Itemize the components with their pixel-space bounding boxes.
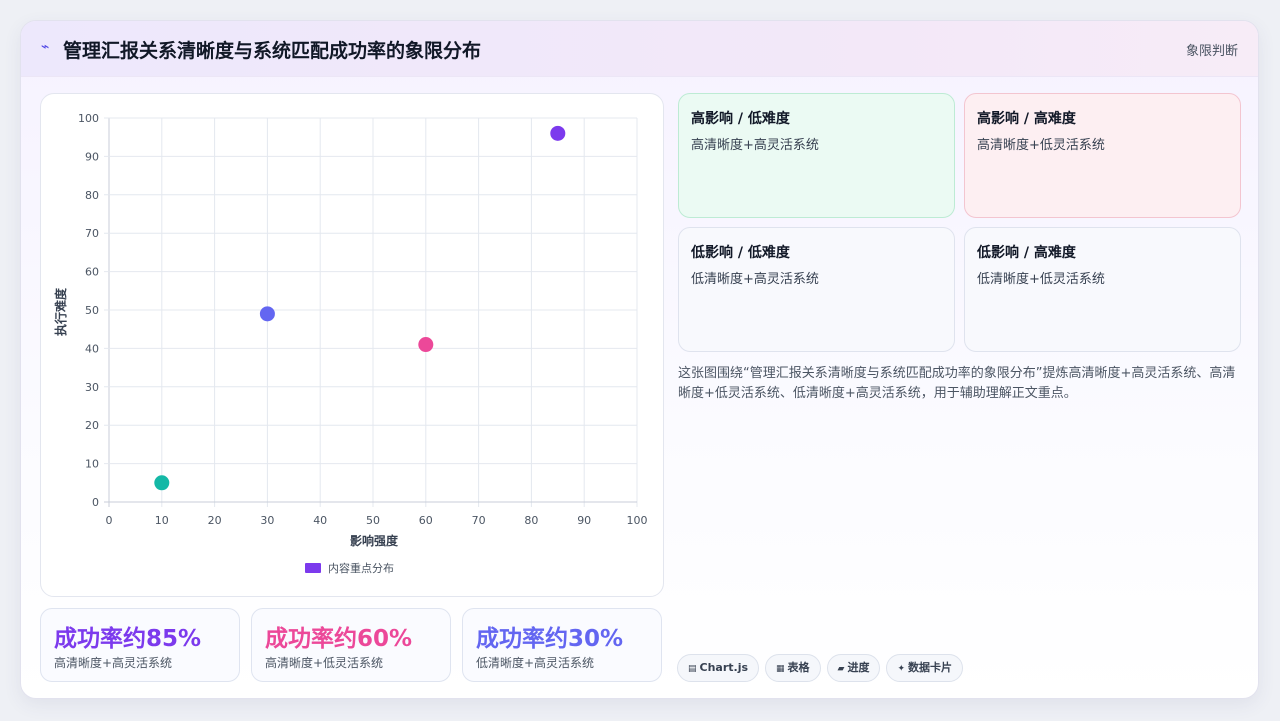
chip-table[interactable]: ▦ 表格 (765, 654, 821, 682)
x-tick-label: 100 (627, 514, 648, 527)
kpi-card-1: 成功率约85% 高清晰度+高灵活系统 (40, 608, 240, 682)
y-tick-label: 30 (85, 381, 99, 394)
scatter-point[interactable] (154, 475, 170, 491)
quadrant-low-impact-high-difficulty: 低影响 / 高难度 低清晰度+低灵活系统 (964, 227, 1241, 352)
scatter-point[interactable] (418, 337, 434, 353)
kpi-label: 高清晰度+低灵活系统 (265, 656, 384, 670)
chart-description: 这张图围绕“管理汇报关系清晰度与系统匹配成功率的象限分布”提炼高清晰度+高灵活系… (678, 366, 1236, 401)
quadrant-desc: 低清晰度+低灵活系统 (977, 272, 1105, 287)
y-tick-label: 100 (78, 112, 99, 125)
x-tick-label: 10 (155, 514, 169, 527)
chart-panel: 0 10 20 30 40 50 60 70 80 90 100 0 10 20 30 40 50 60 70 80… (40, 93, 664, 597)
y-tick-label: 20 (85, 419, 99, 432)
chip-progress[interactable]: ▰ 进度 (826, 654, 881, 682)
scatter-point[interactable] (550, 125, 566, 141)
kpi-value: 成功率约85% (54, 626, 202, 652)
chip-label: 表格 (787, 661, 810, 674)
scatter-chart: 0 10 20 30 40 50 60 70 80 90 100 0 10 20 30 40 50 60 70 80… (53, 112, 648, 575)
x-tick-label: 20 (208, 514, 222, 527)
kpi-value: 成功率约60% (265, 626, 413, 652)
header-tag: 象限判断 (1185, 44, 1238, 59)
chip-label: 进度 (847, 661, 870, 674)
tech-chips: ▤ Chart.js ▦ 表格 ▰ 进度 ✦ 数据卡片 (677, 654, 969, 682)
quadrant-desc: 低清晰度+高灵活系统 (691, 272, 819, 287)
chip-label: Chart.js (699, 661, 749, 674)
y-tick-label: 0 (92, 496, 99, 509)
x-tick-label: 80 (524, 514, 538, 527)
chart-icon: ▤ (688, 664, 697, 674)
legend-swatch (305, 563, 321, 573)
report-card: ⌁ 管理汇报关系清晰度与系统匹配成功率的象限分布 象限判断 0 10 20 30 40 5… (20, 20, 1259, 699)
quadrant-title: 低影响 / 高难度 (977, 245, 1076, 261)
page-title: 管理汇报关系清晰度与系统匹配成功率的象限分布 (63, 40, 482, 62)
scatter-point[interactable] (259, 306, 275, 322)
chip-label: 数据卡片 (908, 661, 953, 674)
legend-label: 内容重点分布 (328, 561, 394, 575)
y-axis-label: 执行难度 (53, 287, 68, 336)
y-tick-label: 70 (85, 227, 99, 240)
x-axis-label: 影响强度 (350, 533, 399, 548)
kpi-label: 高清晰度+高灵活系统 (54, 656, 173, 670)
progress-icon: ▰ (837, 664, 845, 674)
y-tick-label: 50 (85, 304, 99, 317)
quadrant-title: 高影响 / 高难度 (977, 111, 1076, 127)
x-tick-label: 90 (577, 514, 591, 527)
y-tick-label: 60 (85, 266, 99, 279)
y-tick-label: 10 (85, 458, 99, 471)
quadrant-high-impact-high-difficulty: 高影响 / 高难度 高清晰度+低灵活系统 (964, 93, 1241, 218)
sparkle-icon: ✦ (897, 664, 906, 674)
quadrant-low-impact-low-difficulty: 低影响 / 低难度 低清晰度+高灵活系统 (678, 227, 955, 352)
y-tick-label: 80 (85, 189, 99, 202)
kpi-value: 成功率约30% (476, 626, 624, 652)
bolt-icon: ⌁ (41, 39, 50, 55)
kpi-card-2: 成功率约60% 高清晰度+低灵活系统 (251, 608, 451, 682)
card-header: ⌁ 管理汇报关系清晰度与系统匹配成功率的象限分布 象限判断 (21, 21, 1258, 77)
chip-chartjs[interactable]: ▤ Chart.js (677, 654, 760, 682)
x-tick-label: 0 (106, 514, 113, 527)
x-tick-label: 50 (366, 514, 380, 527)
table-icon: ▦ (776, 664, 785, 674)
kpi-card-3: 成功率约30% 低清晰度+高灵活系统 (462, 608, 662, 682)
x-tick-label: 40 (313, 514, 327, 527)
x-tick-label: 30 (260, 514, 274, 527)
chip-data-card[interactable]: ✦ 数据卡片 (886, 654, 964, 682)
quadrant-title: 高影响 / 低难度 (691, 111, 790, 127)
x-tick-label: 70 (472, 514, 486, 527)
quadrant-desc: 高清晰度+低灵活系统 (977, 138, 1105, 153)
y-tick-label: 90 (85, 150, 99, 163)
quadrant-high-impact-low-difficulty: 高影响 / 低难度 高清晰度+高灵活系统 (678, 93, 955, 218)
quadrant-desc: 高清晰度+高灵活系统 (691, 138, 819, 153)
quadrant-title: 低影响 / 低难度 (691, 245, 790, 261)
kpi-label: 低清晰度+高灵活系统 (476, 656, 595, 670)
x-tick-label: 60 (419, 514, 433, 527)
y-tick-label: 40 (85, 342, 99, 355)
chart-legend[interactable]: 内容重点分布 (305, 561, 394, 575)
